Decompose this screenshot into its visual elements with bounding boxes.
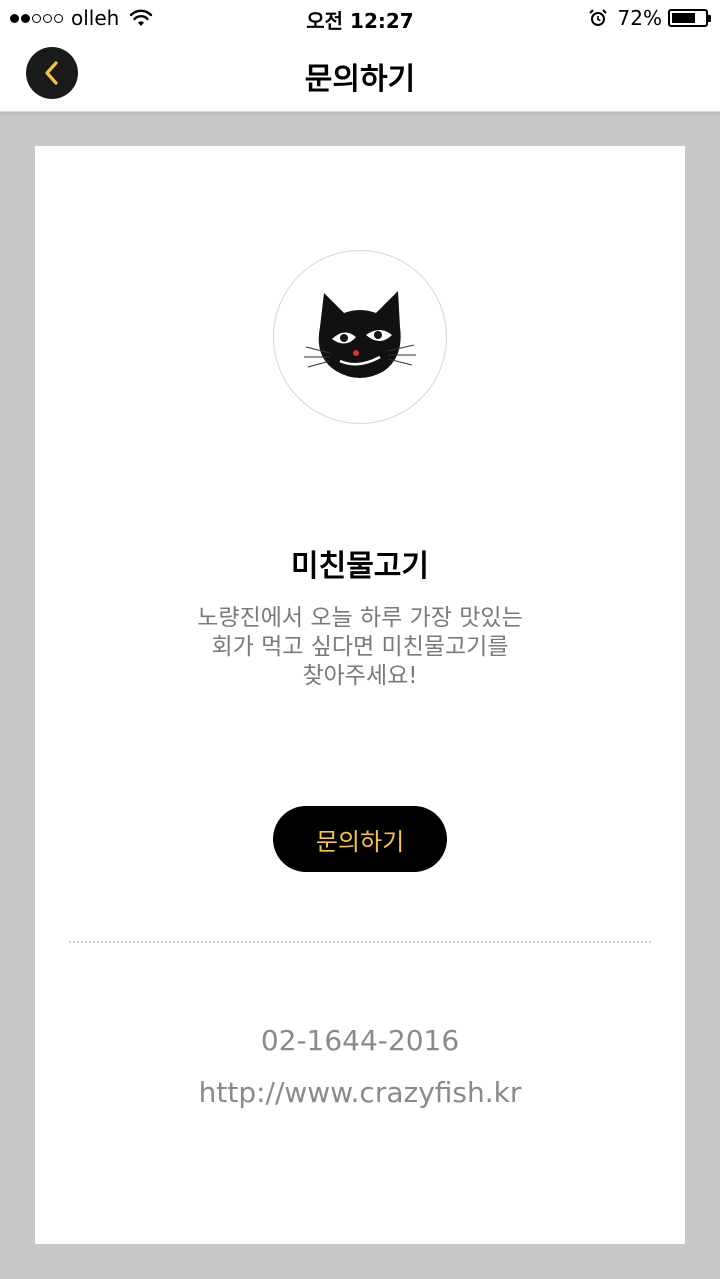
dotted-divider xyxy=(69,941,651,943)
battery-percent: 72% xyxy=(617,6,662,30)
store-description: 노량진에서 오늘 하루 가장 맛있는 회가 먹고 싶다면 미친물고기를 찾아주세… xyxy=(160,604,560,691)
description-line: 회가 먹고 싶다면 미친물고기를 xyxy=(211,634,509,660)
store-info-card: 미친물고기 노량진에서 오늘 하루 가장 맛있는 회가 먹고 싶다면 미친물고기… xyxy=(35,146,685,1244)
description-line: 찾아주세요! xyxy=(302,663,418,689)
alarm-icon xyxy=(588,9,607,26)
status-bar: olleh 오전 12:27 72% xyxy=(0,0,720,36)
store-name: 미친물고기 xyxy=(291,549,429,584)
battery-level xyxy=(672,13,696,23)
inquiry-button[interactable]: 문의하기 xyxy=(273,806,447,872)
store-logo xyxy=(273,250,447,424)
page-title: 문의하기 xyxy=(304,62,416,97)
navigation-bar: 문의하기 xyxy=(0,36,720,112)
battery-icon xyxy=(668,9,711,27)
description-line: 노량진에서 오늘 하루 가장 맛있는 xyxy=(197,605,523,631)
status-right: 72% xyxy=(588,6,711,30)
phone-number-link[interactable]: 02-1644-2016 xyxy=(35,1024,685,1057)
black-cat-logo-icon xyxy=(304,291,416,378)
website-link[interactable]: http://www.crazyfish.kr xyxy=(35,1076,685,1109)
